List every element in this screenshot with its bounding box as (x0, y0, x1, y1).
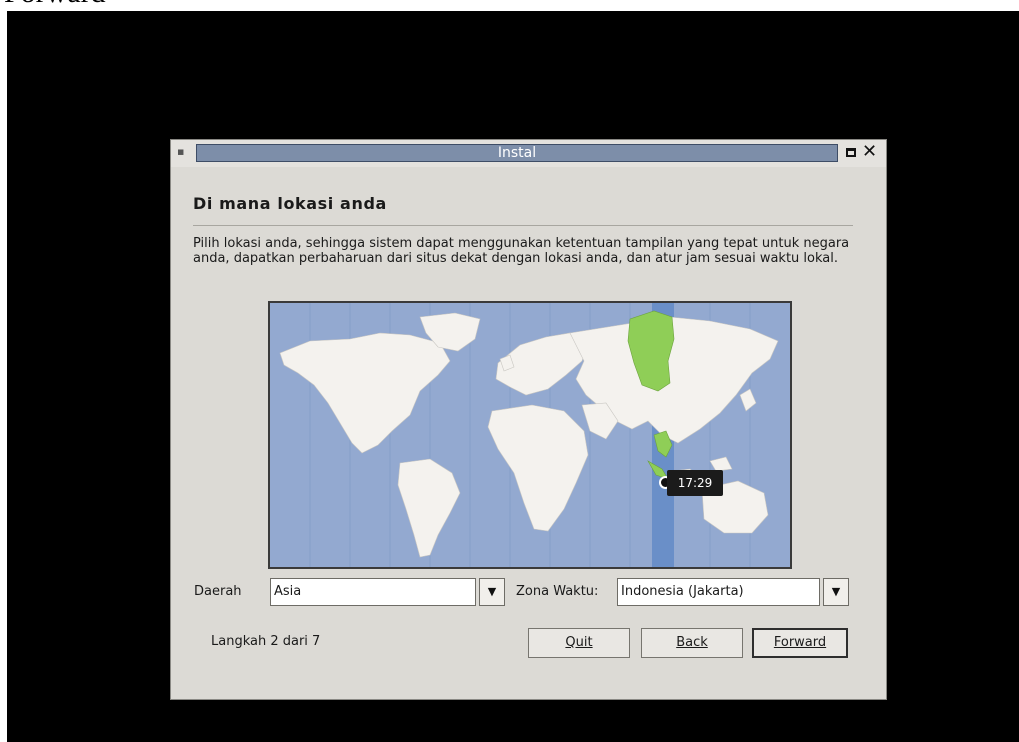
back-button-label: Back (676, 635, 708, 650)
region-label: Daerah (194, 584, 242, 599)
timezone-label: Zona Waktu: (516, 584, 599, 599)
timezone-map[interactable] (268, 301, 792, 569)
page-description: Pilih lokasi anda, sehingga sistem dapat… (193, 236, 850, 266)
timezone-select[interactable]: Indonesia (Jakarta) (617, 578, 820, 606)
installer-window: ▪ Instal ✕ Di mana lokasi anda Pilih lok… (170, 139, 887, 700)
forward-caption: Forward (4, 0, 106, 8)
world-map-graphic (279, 303, 779, 567)
maximize-icon[interactable] (846, 148, 856, 157)
quit-button[interactable]: Quit (528, 628, 630, 658)
divider (193, 225, 853, 226)
step-indicator: Langkah 2 dari 7 (211, 634, 321, 649)
close-icon[interactable]: ✕ (862, 142, 877, 162)
forward-button-label: Forward (773, 635, 827, 650)
region-dropdown-arrow-icon[interactable]: ▼ (479, 578, 505, 606)
title-bar: ▪ Instal ✕ (171, 140, 886, 167)
desktop-background: ▪ Instal ✕ Di mana lokasi anda Pilih lok… (7, 11, 1019, 742)
timezone-dropdown-arrow-icon[interactable]: ▼ (823, 578, 849, 606)
time-tooltip: 17:29 (667, 470, 723, 496)
quit-button-label: Quit (565, 635, 593, 650)
back-button[interactable]: Back (641, 628, 743, 658)
forward-button[interactable]: Forward (752, 628, 848, 658)
window-menu-icon[interactable]: ▪ (177, 146, 190, 158)
region-select[interactable]: Asia (270, 578, 476, 606)
window-title[interactable]: Instal (196, 144, 838, 162)
page-title: Di mana lokasi anda (193, 194, 387, 213)
